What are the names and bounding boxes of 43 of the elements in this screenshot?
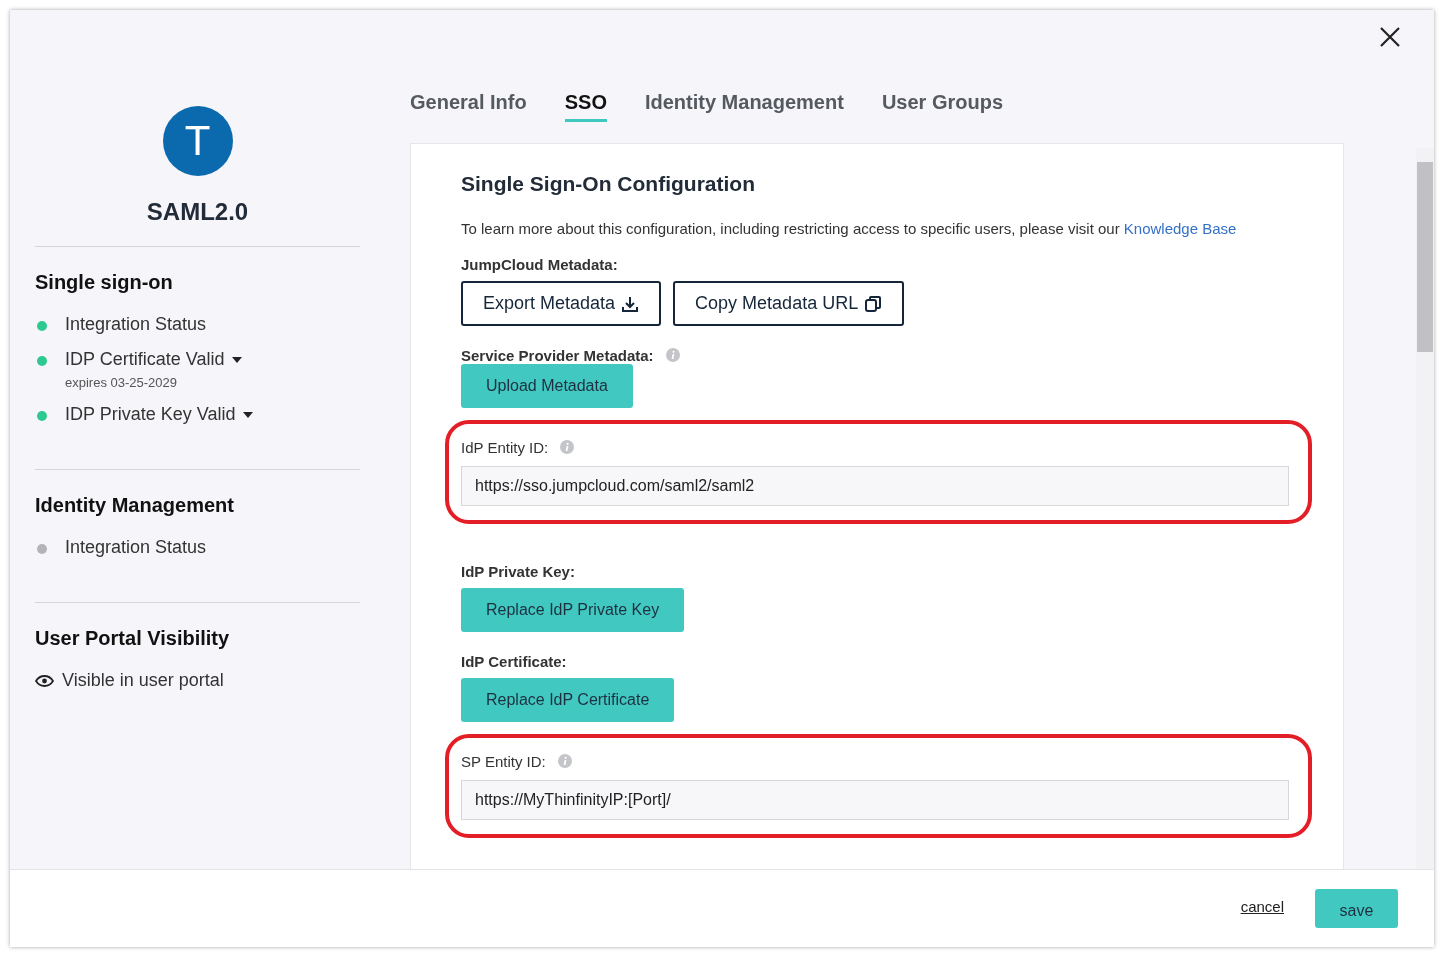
info-icon[interactable] <box>557 754 572 768</box>
download-icon <box>621 294 640 313</box>
caret-icon[interactable] <box>232 356 243 363</box>
action-button[interactable]: Upload Metadata <box>461 364 633 408</box>
intro-text: To learn more about this configuration, including restricting access to specific users, please visit our Knowledge Base <box>461 220 1238 237</box>
section-label: Service Provider Metadata: <box>461 346 654 364</box>
info-icon[interactable] <box>560 440 575 454</box>
status-label: IDP Certificate Valid <box>65 349 225 370</box>
knowledge-base-link[interactable]: Knowledge Base <box>1123 220 1237 237</box>
tab[interactable]: SSO <box>564 90 607 122</box>
field-label: IdP Entity ID: <box>461 438 549 456</box>
action-button[interactable]: Replace IdP Private Key <box>461 588 685 632</box>
scrollbar[interactable] <box>1416 148 1434 869</box>
input-field[interactable]: https://MyThinfinityIP:[Port]/ <box>461 780 1289 820</box>
eye-icon <box>35 674 54 687</box>
caret-icon[interactable] <box>243 411 254 418</box>
status-label: Integration Status <box>65 537 207 558</box>
tab[interactable]: Identity Management <box>644 90 844 122</box>
card-title: Single Sign-On Configuration <box>461 172 755 196</box>
section-title: Identity Management <box>35 494 234 517</box>
field-label: SP Entity ID: <box>461 752 546 770</box>
copy-icon <box>864 294 883 313</box>
visibility-label: Visible in user portal <box>62 670 224 691</box>
avatar: T <box>162 106 233 176</box>
action-button[interactable]: Replace IdP Certificate <box>461 678 675 722</box>
section-title: User Portal Visibility <box>35 627 230 650</box>
input-field[interactable]: https://sso.jumpcloud.com/saml2/saml2 <box>461 466 1289 506</box>
tab[interactable]: User Groups <box>881 90 1004 122</box>
app-name: SAML2.0 <box>145 198 250 226</box>
cancel-link[interactable]: cancel <box>1234 897 1290 916</box>
section-label: IdP Certificate: <box>461 652 567 670</box>
info-icon[interactable] <box>665 348 680 362</box>
status-label: IDP Private Key Valid <box>65 404 236 425</box>
expiry-text: expires 03-25-2029 <box>65 375 179 390</box>
tab[interactable]: General Info <box>410 90 527 122</box>
metadata-button[interactable]: Export Metadata <box>461 281 662 326</box>
status-label: Integration Status <box>65 314 207 335</box>
section-title: Single sign-on <box>35 271 173 294</box>
save-button[interactable]: save <box>1315 889 1398 928</box>
section-label: JumpCloud Metadata: <box>461 255 618 273</box>
section-label: IdP Private Key: <box>461 562 575 580</box>
metadata-button[interactable]: Copy Metadata URL <box>673 281 905 326</box>
close-icon[interactable] <box>1379 26 1401 48</box>
